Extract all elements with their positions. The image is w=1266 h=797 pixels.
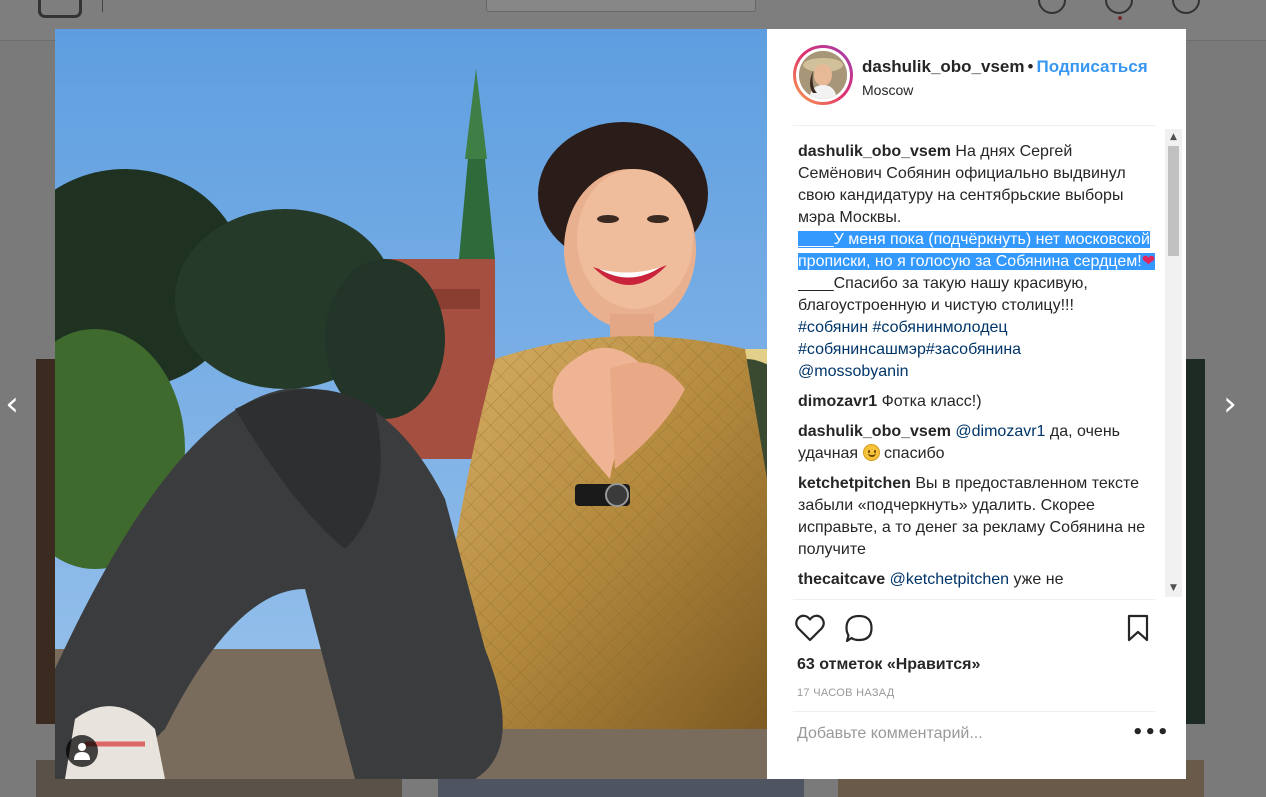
background-post-tile (36, 359, 56, 724)
comment-username[interactable]: dashulik_obo_vsem (798, 423, 951, 440)
avatar-border (796, 48, 850, 102)
caption: dashulik_obo_vsem На днях Сергей Семёнов… (798, 141, 1156, 383)
caption-selected-text: ____У меня пока (подчёркнуть) нет москов… (798, 231, 1156, 270)
hashtag-link[interactable]: #собянинсашмэр (798, 341, 926, 358)
avatar-image (799, 51, 847, 99)
caption-username[interactable]: dashulik_obo_vsem (798, 143, 951, 160)
more-options-icon[interactable]: ••• (1132, 722, 1170, 743)
comment-username[interactable]: dimozavr1 (798, 393, 877, 410)
comment: ketchetpitchen Вы в предоставленном текс… (798, 473, 1156, 561)
like-button[interactable] (795, 614, 825, 647)
person-icon (74, 743, 90, 760)
comment-username[interactable]: thecaitcave (798, 571, 885, 588)
follow-button[interactable]: Подписаться (1036, 57, 1147, 76)
post-author-username[interactable]: dashulik_obo_vsem (862, 57, 1025, 76)
add-comment-input[interactable] (797, 722, 1107, 746)
save-button[interactable] (1127, 614, 1149, 647)
caption-text-after: ____Спасибо за такую нашу красивую, благ… (798, 275, 1088, 314)
bookmark-icon (1127, 614, 1149, 642)
next-post-arrow-icon[interactable]: › (1212, 386, 1248, 422)
post-timestamp[interactable]: 17 ЧАСОВ НАЗАД (797, 687, 895, 699)
post-header: dashulik_obo_vsem • Подписаться Moscow (793, 45, 1155, 126)
comment-text: спасибо (884, 445, 945, 462)
avatar-illustration (799, 51, 847, 99)
post-photo[interactable] (55, 29, 767, 779)
logo-divider (102, 0, 103, 12)
scroll-up-arrow-icon[interactable]: ▲ (1165, 129, 1182, 146)
scrollbar-thumb[interactable] (1168, 146, 1179, 256)
comment-username[interactable]: ketchetpitchen (798, 475, 911, 492)
heart-outline-icon (795, 614, 825, 642)
comment-text: Фотка класс!) (881, 393, 982, 410)
header-separator: • (1027, 57, 1034, 76)
comments-list[interactable]: dashulik_obo_vsem На днях Сергей Семёнов… (798, 141, 1156, 597)
mention-link[interactable]: @dimozavr1 (955, 423, 1045, 440)
smiling-face-emoji-icon (862, 444, 880, 461)
heart-emoji-icon: ❤ (1141, 253, 1156, 270)
post-sidebar: dashulik_obo_vsem • Подписаться Moscow das… (767, 29, 1186, 779)
mention-link[interactable]: @ketchetpitchen (890, 571, 1009, 588)
activity-heart-icon (1105, 0, 1133, 14)
hashtag-link[interactable]: #засобянина (926, 341, 1021, 358)
hashtag-link[interactable]: #собянин (798, 319, 868, 336)
post-modal: dashulik_obo_vsem • Подписаться Moscow das… (55, 29, 1186, 779)
avatar[interactable] (793, 45, 853, 105)
post-actions: 63 отметок «Нравится» 17 ЧАСОВ НАЗАД ••• (793, 599, 1169, 755)
notification-dot (1118, 16, 1122, 20)
post-location[interactable]: Moscow (862, 82, 913, 98)
comment-button[interactable] (844, 614, 874, 649)
add-comment-area: ••• (793, 711, 1169, 755)
comment: dimozavr1 Фотка класс!) (798, 391, 1156, 413)
background-post-tile (1186, 359, 1205, 724)
mention-link[interactable]: @mossobyanin (798, 363, 909, 380)
likes-count[interactable]: 63 отметок «Нравится» (797, 656, 980, 674)
profile-icon (1172, 0, 1200, 14)
instagram-camera-icon (38, 0, 82, 18)
scroll-down-arrow-icon[interactable]: ▼ (1165, 580, 1182, 597)
comments-scrollbar[interactable]: ▲ ▼ (1165, 129, 1182, 597)
comment-text: уже не (1013, 571, 1064, 588)
hashtag-link[interactable]: #собянинмолодец (873, 319, 1008, 336)
previous-post-arrow-icon[interactable]: ‹ (0, 386, 30, 422)
explore-icon (1038, 0, 1066, 14)
comment: thecaitcave @ketchetpitchen уже не (798, 569, 1156, 591)
speech-bubble-icon (845, 614, 873, 643)
caption-highlighted-text: ____У меня пока (подчёркнуть) нет москов… (798, 231, 1150, 270)
user-tag-button[interactable] (66, 735, 98, 767)
comment: dashulik_obo_vsem @dimozavr1 да, очень у… (798, 421, 1156, 465)
header-title-line: dashulik_obo_vsem • Подписаться (862, 57, 1148, 77)
photo-illustration (55, 29, 767, 779)
background-search-field (486, 0, 756, 12)
